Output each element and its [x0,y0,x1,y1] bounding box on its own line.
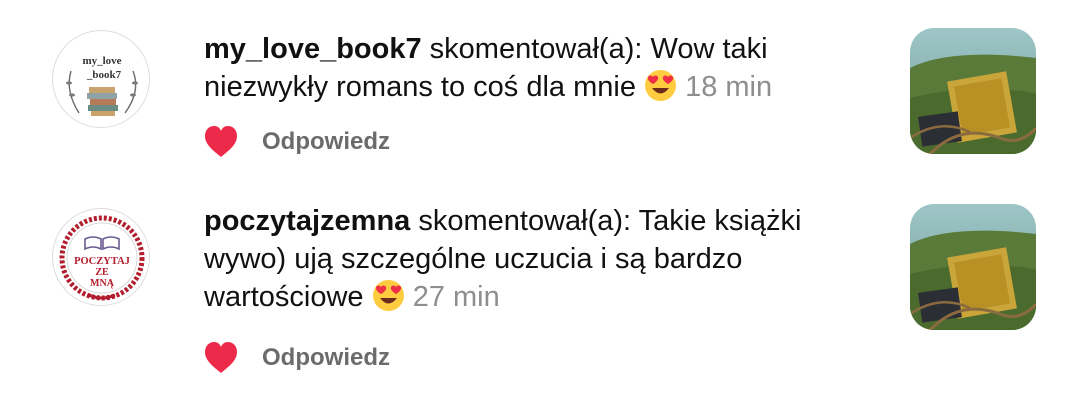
avatar-label-line-2: ZE [95,267,109,278]
timestamp: 27 min [412,281,500,313]
avatar[interactable]: POCZYTAJ ZE MNĄ [52,208,150,306]
heart-icon[interactable] [204,342,238,374]
heart-eyes-emoji-icon [644,69,677,102]
post-thumbnail[interactable] [910,204,1036,330]
reply-button[interactable]: Odpowiedz [262,128,390,156]
comment-text: poczytajzemna skomentował(a): Takie ksią… [204,202,854,316]
avatar-label-line-1: my_love [82,55,121,67]
action-text: skomentował(a): [421,33,651,65]
notification-item[interactable]: my_love _book7 my_love_book7 skomentował… [0,0,1080,190]
avatar-book-stack-image: my_love _book7 [54,32,149,127]
timestamp: 18 min [685,71,773,103]
heart-eyes-emoji-icon [372,279,405,312]
heart-icon[interactable] [204,126,238,158]
post-thumbnail-image [910,204,1036,330]
avatar[interactable]: my_love _book7 [52,30,150,128]
comment-text: my_love_book7 skomentował(a): Wow taki n… [204,30,854,106]
username[interactable]: my_love_book7 [204,33,422,65]
post-thumbnail-image [910,28,1036,154]
avatar-read-with-me-badge: POCZYTAJ ZE MNĄ [54,210,149,305]
action-text: skomentował(a): [410,205,639,237]
avatar-label-line-1: POCZYTAJ [74,256,130,267]
avatar-label-line-2: _book7 [86,69,122,81]
username[interactable]: poczytajzemna [204,205,410,237]
avatar-label-line-3: MNĄ [90,278,115,289]
notification-item[interactable]: POCZYTAJ ZE MNĄ poczytajzemna skomentowa… [0,190,1080,400]
post-thumbnail[interactable] [910,28,1036,154]
reply-button[interactable]: Odpowiedz [262,344,390,372]
